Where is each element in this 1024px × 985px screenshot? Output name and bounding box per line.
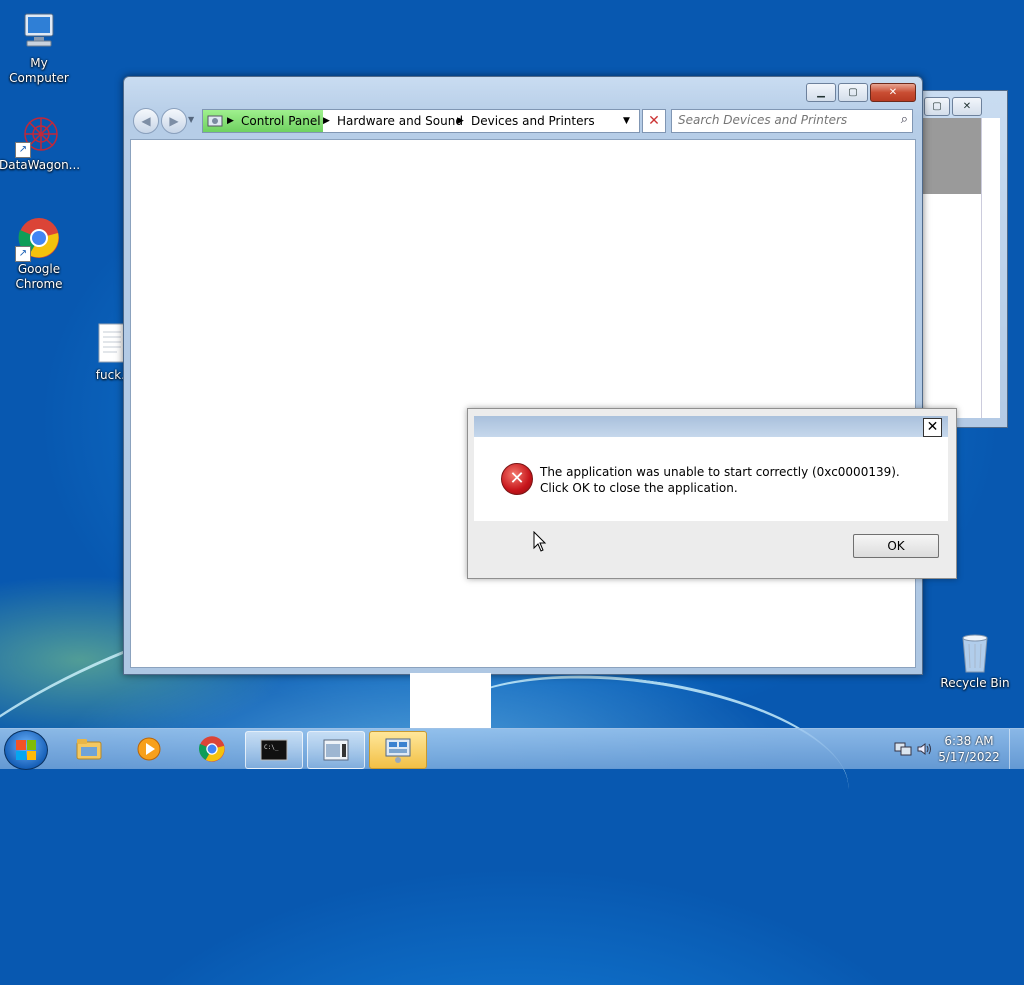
desktop-icon-label: Google Chrome [15, 262, 63, 291]
search-input[interactable] [672, 110, 894, 130]
datawagon-icon: ↗ [15, 112, 61, 158]
minimize-icon: ▁ [817, 87, 825, 98]
recycle-bin-icon [953, 630, 997, 674]
desktop-icon-label: My Computer [9, 56, 69, 85]
dialog-close-button[interactable]: ✕ [923, 418, 942, 437]
breadcrumb-devices-and-printers[interactable]: Devices and Printers [471, 110, 595, 132]
maximize-button[interactable]: ▢ [838, 83, 868, 102]
window-icon [323, 739, 349, 761]
clock-date: 5/17/2022 [938, 750, 1000, 764]
address-dropdown-icon[interactable]: ▼ [623, 110, 630, 132]
search-box[interactable]: ⌕ [671, 109, 913, 133]
devices-and-printers-window[interactable]: ▁ ▢ ✕ ◀ ▶ ▼ ▶ Control Panel ▶ Hardware a… [123, 76, 923, 675]
network-icon[interactable] [894, 741, 912, 757]
window-content-area[interactable] [130, 139, 916, 668]
desktop-icon-google-chrome[interactable]: ↗ Google Chrome [0, 216, 79, 292]
search-icon[interactable]: ⌕ [901, 112, 908, 127]
dialog-title-bar[interactable]: ✕ [474, 416, 948, 437]
cmd-icon: C:\_ [260, 739, 288, 761]
back-arrow-icon: ◀ [141, 114, 151, 128]
shortcut-arrow-icon: ↗ [15, 142, 31, 158]
desktop-icon-label: DataWagon... [0, 158, 81, 172]
recent-pages-chevron-icon[interactable]: ▼ [188, 115, 194, 124]
taskbar-window[interactable] [307, 731, 365, 769]
close-button[interactable]: ✕ [870, 83, 916, 102]
desktop-icon-text-file[interactable]: fuck. [69, 322, 129, 383]
clock-time: 6:38 AM [944, 734, 994, 748]
clock[interactable]: 6:38 AM 5/17/2022 [934, 733, 1004, 765]
breadcrumb-hardware-and-sound[interactable]: Hardware and Sound [337, 110, 463, 132]
desktop-icon-my-computer[interactable]: My Computer [0, 10, 79, 86]
bg-window-body [921, 194, 981, 418]
desktop-icon-recycle-bin[interactable]: Recycle Bin [935, 630, 1015, 691]
start-button[interactable] [4, 730, 48, 770]
background-window[interactable]: ▢ ✕ [921, 90, 1008, 428]
maximize-icon: ▢ [848, 87, 858, 98]
system-tray: 6:38 AM 5/17/2022 [884, 729, 1024, 769]
dialog-body: ✕ The application was unable to start co… [474, 437, 948, 521]
close-icon: ✕ [888, 87, 898, 98]
back-button[interactable]: ◀ [133, 108, 159, 134]
error-dialog[interactable]: ✕ ✕ The application was unable to start … [467, 408, 957, 579]
taskbar-control-panel[interactable] [369, 731, 427, 769]
chrome-icon [198, 736, 225, 762]
bg-maximize-button[interactable]: ▢ [924, 97, 950, 116]
volume-icon[interactable] [916, 741, 932, 757]
show-desktop-button[interactable] [1009, 729, 1024, 769]
breadcrumb-control-panel[interactable]: Control Panel [241, 110, 321, 132]
control-panel-icon [385, 738, 411, 763]
desktop-icon-datawagon[interactable]: ↗ DataWagon... [0, 112, 81, 173]
taskbar: C:\_ 6:38 AM 5/17/2022 [0, 728, 1024, 770]
blank-window-fragment [410, 673, 491, 728]
breadcrumb-separator-icon[interactable]: ▶ [227, 110, 234, 132]
close-icon: ✕ [648, 113, 660, 129]
taskbar-media-player[interactable] [121, 731, 177, 767]
svg-text:C:\_: C:\_ [264, 744, 279, 751]
forward-arrow-icon: ▶ [169, 114, 179, 128]
mouse-cursor-icon [533, 531, 547, 552]
close-icon: ✕ [962, 101, 972, 112]
window-caption-buttons: ▁ ▢ ✕ [806, 83, 916, 102]
forward-button[interactable]: ▶ [161, 108, 187, 134]
taskbar-chrome[interactable] [184, 731, 240, 767]
maximize-icon: ▢ [932, 101, 942, 112]
desktop-icon-label: Recycle Bin [940, 676, 1010, 690]
bg-close-button[interactable]: ✕ [952, 97, 982, 116]
desktop-icon-label: fuck. [95, 368, 125, 382]
address-bar[interactable]: ▶ Control Panel ▶ Hardware and Sound ▶ D… [202, 109, 640, 133]
error-icon: ✕ [501, 463, 533, 495]
breadcrumb-separator-icon[interactable]: ▶ [457, 110, 464, 132]
explorer-icon [76, 739, 102, 760]
media-player-icon [137, 737, 161, 761]
minimize-button[interactable]: ▁ [806, 83, 836, 102]
windows-logo-icon [16, 740, 36, 760]
control-panel-icon [207, 110, 223, 132]
chrome-icon: ↗ [15, 216, 61, 262]
bg-window-content [921, 118, 981, 194]
bg-scrollbar[interactable] [981, 118, 1000, 418]
ok-button[interactable]: OK [853, 534, 939, 558]
error-message: The application was unable to start corr… [540, 465, 900, 495]
shortcut-arrow-icon: ↗ [15, 246, 31, 262]
computer-icon [17, 10, 61, 54]
taskbar-cmd[interactable]: C:\_ [245, 731, 303, 769]
stop-loading-button[interactable]: ✕ [642, 109, 666, 133]
breadcrumb-separator-icon[interactable]: ▶ [323, 110, 330, 132]
taskbar-explorer[interactable] [61, 731, 117, 767]
